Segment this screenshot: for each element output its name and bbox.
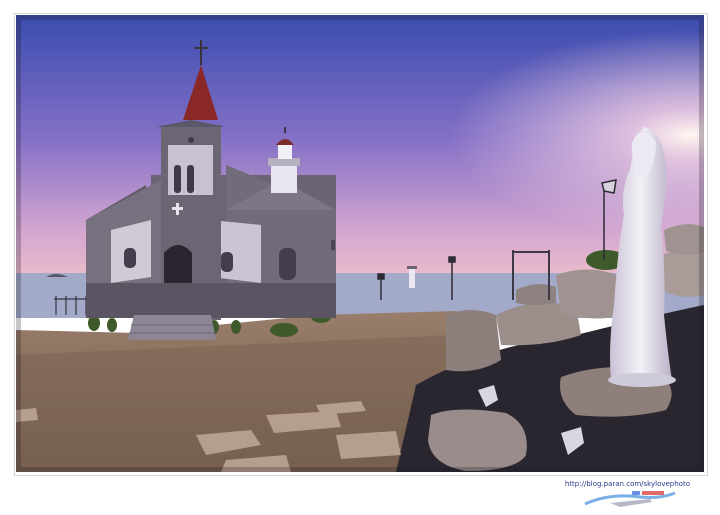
photograph [16,15,704,472]
watermark-logo-icon [584,491,676,507]
watermark: http://blog.paran.com/skylovephoto [550,480,690,510]
watermark-url[interactable]: http://blog.paran.com/skylovephoto [565,480,690,488]
